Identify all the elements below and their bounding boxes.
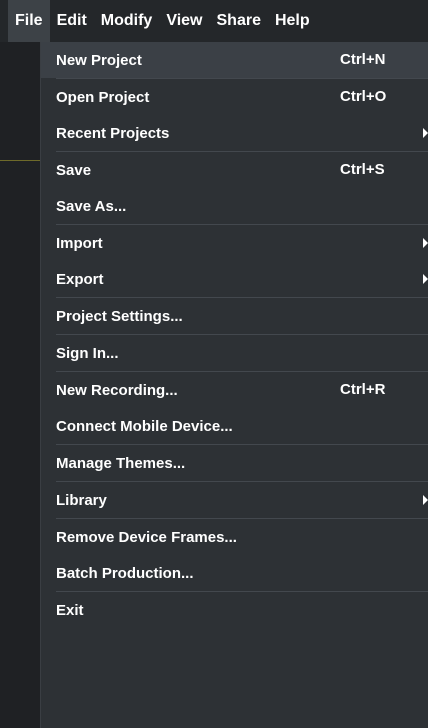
menu-item-batch-production[interactable]: Batch Production... — [41, 555, 428, 591]
menu-view[interactable]: View — [159, 0, 209, 42]
menu-edit[interactable]: Edit — [50, 0, 94, 42]
background-divider-line — [0, 160, 40, 161]
menu-help[interactable]: Help — [268, 0, 317, 42]
menu-item-label: Save As... — [56, 197, 127, 215]
menu-item-export[interactable]: Export — [41, 261, 428, 297]
menu-item-label: Export — [56, 270, 104, 288]
menu-item-new-project[interactable]: New Project Ctrl+N — [41, 42, 428, 78]
menu-item-recent-projects[interactable]: Recent Projects — [41, 115, 428, 151]
menu-modify[interactable]: Modify — [94, 0, 160, 42]
menu-share[interactable]: Share — [210, 0, 268, 42]
menu-item-label: Recent Projects — [56, 124, 170, 142]
menu-item-shortcut: Ctrl+N — [340, 51, 386, 68]
menu-item-import[interactable]: Import — [41, 225, 428, 261]
menu-item-shortcut: Ctrl+S — [340, 161, 385, 178]
menu-item-project-settings[interactable]: Project Settings... — [41, 298, 428, 334]
menu-item-sign-in[interactable]: Sign In... — [41, 335, 428, 371]
menu-item-connect-mobile-device[interactable]: Connect Mobile Device... — [41, 408, 428, 444]
menu-item-label: Library — [56, 491, 107, 509]
menu-item-manage-themes[interactable]: Manage Themes... — [41, 445, 428, 481]
menu-item-label: Manage Themes... — [56, 454, 186, 472]
menu-item-shortcut: Ctrl+O — [340, 88, 387, 105]
menu-item-label: Batch Production... — [56, 564, 194, 582]
menu-item-save-as[interactable]: Save As... — [41, 188, 428, 224]
submenu-arrow-icon — [423, 495, 428, 505]
menu-item-library[interactable]: Library — [41, 482, 428, 518]
submenu-arrow-icon — [423, 238, 428, 248]
menu-item-label: Sign In... — [56, 344, 119, 362]
menu-item-label: Project Settings... — [56, 307, 183, 325]
menu-item-label: Connect Mobile Device... — [56, 417, 233, 435]
menu-item-shortcut: Ctrl+R — [340, 381, 386, 398]
background-window-edge — [0, 42, 40, 728]
menu-item-label: Import — [56, 234, 103, 252]
menu-item-open-project[interactable]: Open Project Ctrl+O — [41, 79, 428, 115]
menu-item-save[interactable]: Save Ctrl+S — [41, 152, 428, 188]
menu-item-remove-device-frames[interactable]: Remove Device Frames... — [41, 519, 428, 555]
file-dropdown-menu: New Project Ctrl+N Open Project Ctrl+O R… — [40, 42, 428, 728]
menu-item-label: Exit — [56, 601, 84, 619]
menu-file[interactable]: File — [8, 0, 50, 42]
menu-item-exit[interactable]: Exit — [41, 592, 428, 628]
menu-item-label: Remove Device Frames... — [56, 528, 237, 546]
submenu-arrow-icon — [423, 128, 428, 138]
submenu-arrow-icon — [423, 274, 428, 284]
menu-bar: File Edit Modify View Share Help — [0, 0, 428, 42]
menu-item-new-recording[interactable]: New Recording... Ctrl+R — [41, 372, 428, 408]
